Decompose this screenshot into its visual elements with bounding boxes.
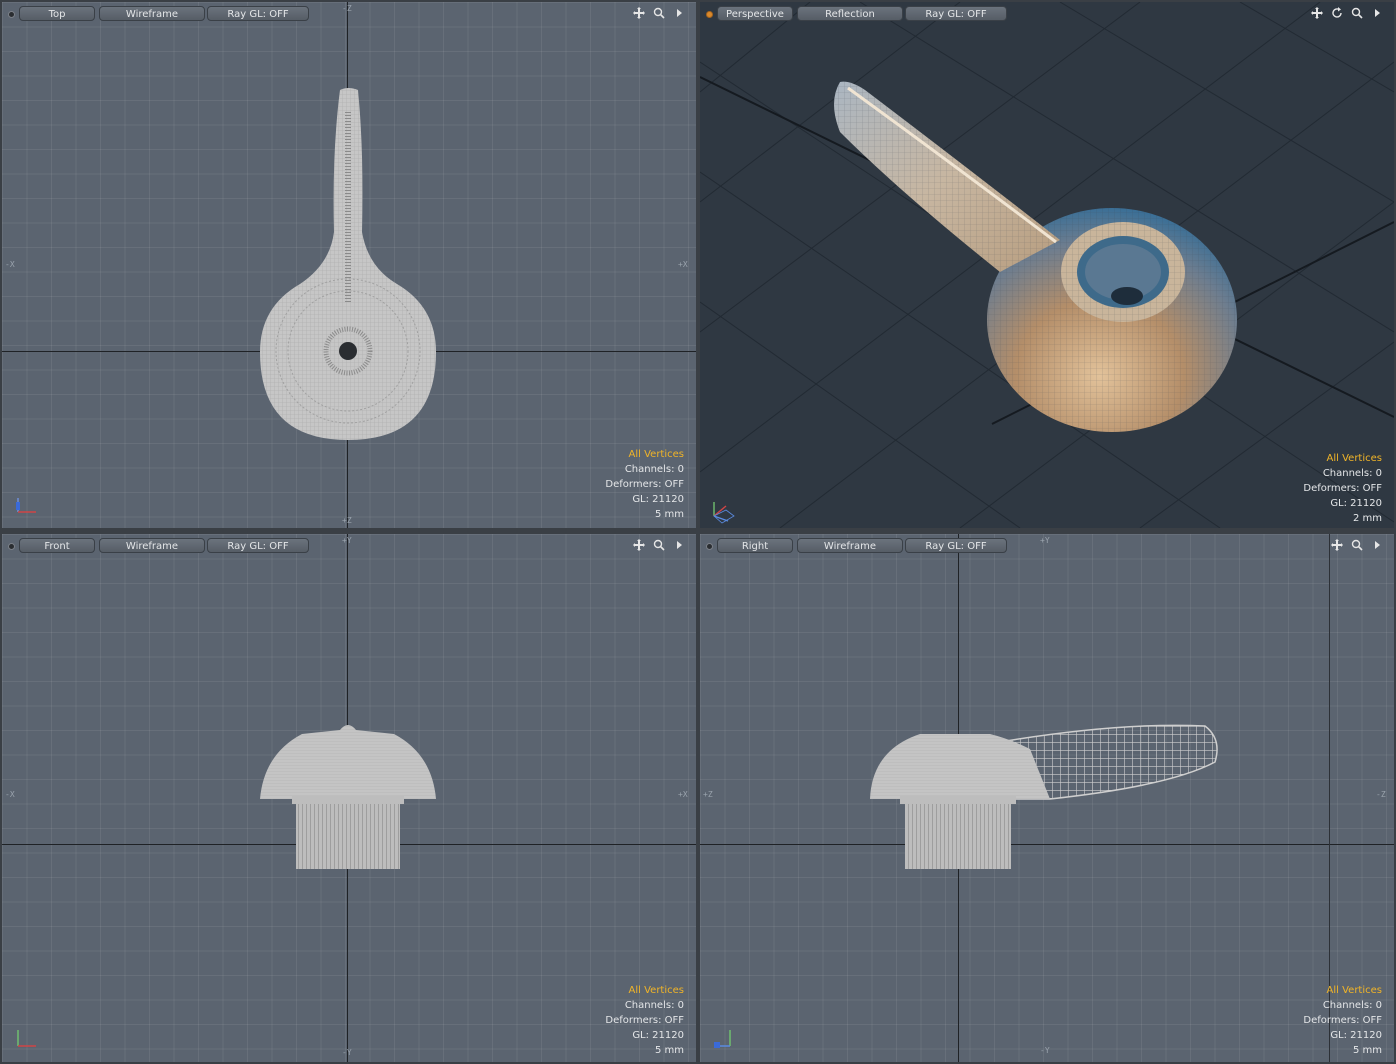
shading-style-button[interactable]: Wireframe [99,6,205,21]
viewport-info: All Vertices Channels: 0 Deformers: OFF … [1303,451,1382,526]
ray-gl-button[interactable]: Ray GL: OFF [207,6,309,21]
zoom-icon[interactable] [1350,537,1364,553]
shading-style-button[interactable]: Wireframe [797,538,903,553]
axis-label-top: +Y [1040,536,1050,545]
menu-arrow-icon[interactable] [1370,537,1384,553]
selection-mode-label[interactable]: All Vertices [605,447,684,462]
channels-label: Channels: 0 [624,464,684,475]
axis-label-bottom: +Z [342,516,352,525]
channels-label: Channels: 0 [1322,468,1382,479]
axis-gizmo-icon [17,1030,36,1047]
front-wireframe-mesh [260,725,436,869]
menu-arrow-icon[interactable] [672,5,686,21]
axis-label-bottom: -Y [1040,1046,1050,1055]
menu-arrow-icon[interactable] [1370,5,1384,21]
axis-label-top: +Y [342,536,352,545]
viewport-options-dot[interactable] [8,11,15,18]
viewport-top[interactable]: Top Wireframe Ray GL: OFF -Z +Z -X +X Al… [2,2,696,528]
shading-style-button[interactable]: Reflection [797,6,903,21]
channels-label: Channels: 0 [624,1000,684,1011]
view-type-button[interactable]: Front [19,538,95,553]
right-wireframe-mesh [870,724,1218,869]
selection-mode-label[interactable]: All Vertices [605,983,684,998]
deformers-label: Deformers: OFF [605,1015,684,1026]
grid-size-label: 5 mm [1352,1045,1382,1056]
axis-label-left: +Z [703,790,713,799]
viewport-header: Perspective Reflection Ray GL: OFF [700,2,1394,26]
deformers-label: Deformers: OFF [1303,483,1382,494]
top-wireframe-mesh [260,88,436,440]
perspective-grid-and-mesh [700,2,1394,528]
deformers-label: Deformers: OFF [605,479,684,490]
axis-label-right: +X [678,260,688,269]
viewport-info: All Vertices Channels: 0 Deformers: OFF … [605,447,684,522]
viewport-options-dot[interactable] [706,11,713,18]
viewport-info: All Vertices Channels: 0 Deformers: OFF … [1303,983,1382,1058]
axis-label-left: -X [5,790,15,799]
move-icon[interactable] [1330,537,1344,553]
axis-label-top: -Z [342,4,352,13]
rotate-icon[interactable] [1330,5,1344,21]
axis-gizmo-icon [714,1030,731,1048]
gl-count-label: GL: 21120 [632,1030,684,1041]
axis-label-bottom: -Y [342,1048,352,1057]
grid-size-label: 5 mm [654,1045,684,1056]
move-icon[interactable] [1310,5,1324,21]
viewport-options-dot[interactable] [8,543,15,550]
gl-count-label: GL: 21120 [1330,498,1382,509]
zoom-icon[interactable] [652,5,666,21]
zoom-icon[interactable] [1350,5,1364,21]
move-icon[interactable] [632,537,646,553]
ray-gl-button[interactable]: Ray GL: OFF [207,538,309,553]
gl-count-label: GL: 21120 [632,494,684,505]
grid-size-label: 5 mm [654,509,684,520]
deformers-label: Deformers: OFF [1303,1015,1382,1026]
viewport-right[interactable]: Right Wireframe Ray GL: OFF +Y -Y +Z -Z … [700,534,1394,1062]
viewport-perspective[interactable]: Perspective Reflection Ray GL: OFF All V… [700,2,1394,528]
shading-style-button[interactable]: Wireframe [99,538,205,553]
zoom-icon[interactable] [652,537,666,553]
view-type-button[interactable]: Perspective [717,6,793,21]
move-icon[interactable] [632,5,646,21]
axis-gizmo-icon [16,498,36,513]
channels-label: Channels: 0 [1322,1000,1382,1011]
grid-size-label: 2 mm [1352,513,1382,524]
axis-label-right: -Z [1376,790,1386,799]
selection-mode-label[interactable]: All Vertices [1303,983,1382,998]
selection-mode-label[interactable]: All Vertices [1303,451,1382,466]
viewport-info: All Vertices Channels: 0 Deformers: OFF … [605,983,684,1058]
axis-gizmo-icon [713,502,735,524]
axis-label-right: +X [678,790,688,799]
view-type-button[interactable]: Top [19,6,95,21]
menu-arrow-icon[interactable] [672,537,686,553]
ray-gl-button[interactable]: Ray GL: OFF [905,538,1007,553]
axis-label-left: -X [5,260,15,269]
viewport-options-dot[interactable] [706,543,713,550]
ray-gl-button[interactable]: Ray GL: OFF [905,6,1007,21]
view-type-button[interactable]: Right [717,538,793,553]
viewport-front[interactable]: Front Wireframe Ray GL: OFF +Y -Y -X +X … [2,534,696,1062]
gl-count-label: GL: 21120 [1330,1030,1382,1041]
